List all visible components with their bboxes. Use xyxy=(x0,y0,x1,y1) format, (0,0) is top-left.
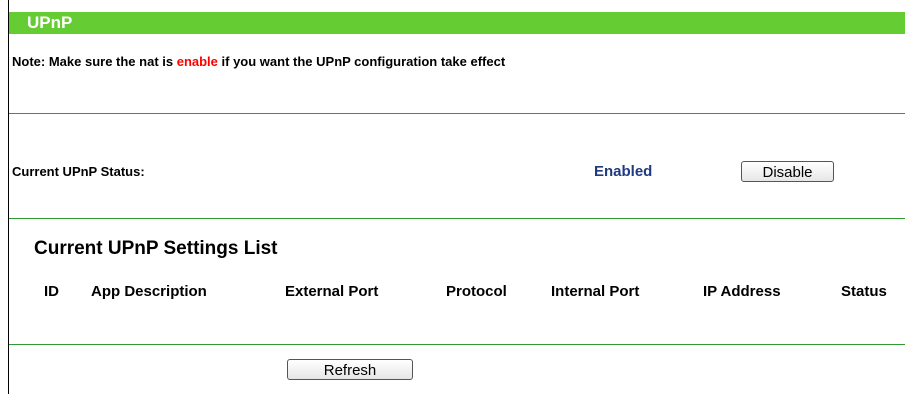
refresh-button[interactable]: Refresh xyxy=(287,359,413,380)
page-title: UPnP xyxy=(27,13,73,32)
column-header-internal-port: Internal Port xyxy=(551,283,640,300)
note-highlight: enable xyxy=(176,54,218,69)
column-header-external-port: External Port xyxy=(285,283,379,300)
title-bar: UPnP xyxy=(9,12,905,34)
separator-top xyxy=(9,113,905,114)
column-header-ip-address: IP Address xyxy=(703,283,781,300)
column-header-protocol: Protocol xyxy=(446,283,507,300)
column-header-app-description: App Description xyxy=(91,283,207,300)
upnp-status-label: Current UPnP Status: xyxy=(12,164,145,179)
settings-list-title: Current UPnP Settings List xyxy=(34,238,278,259)
note-text: Note: Make sure the nat is enable if you… xyxy=(12,54,505,69)
column-header-id: ID xyxy=(44,283,59,300)
note-prefix: Note: Make sure the nat is xyxy=(12,54,177,69)
note-suffix: if you want the UPnP configuration take … xyxy=(217,54,506,69)
column-header-status: Status xyxy=(841,283,887,300)
separator-middle xyxy=(9,218,905,219)
upnp-status-value: Enabled xyxy=(594,163,653,180)
separator-bottom xyxy=(9,344,905,345)
disable-button[interactable]: Disable xyxy=(741,161,834,182)
